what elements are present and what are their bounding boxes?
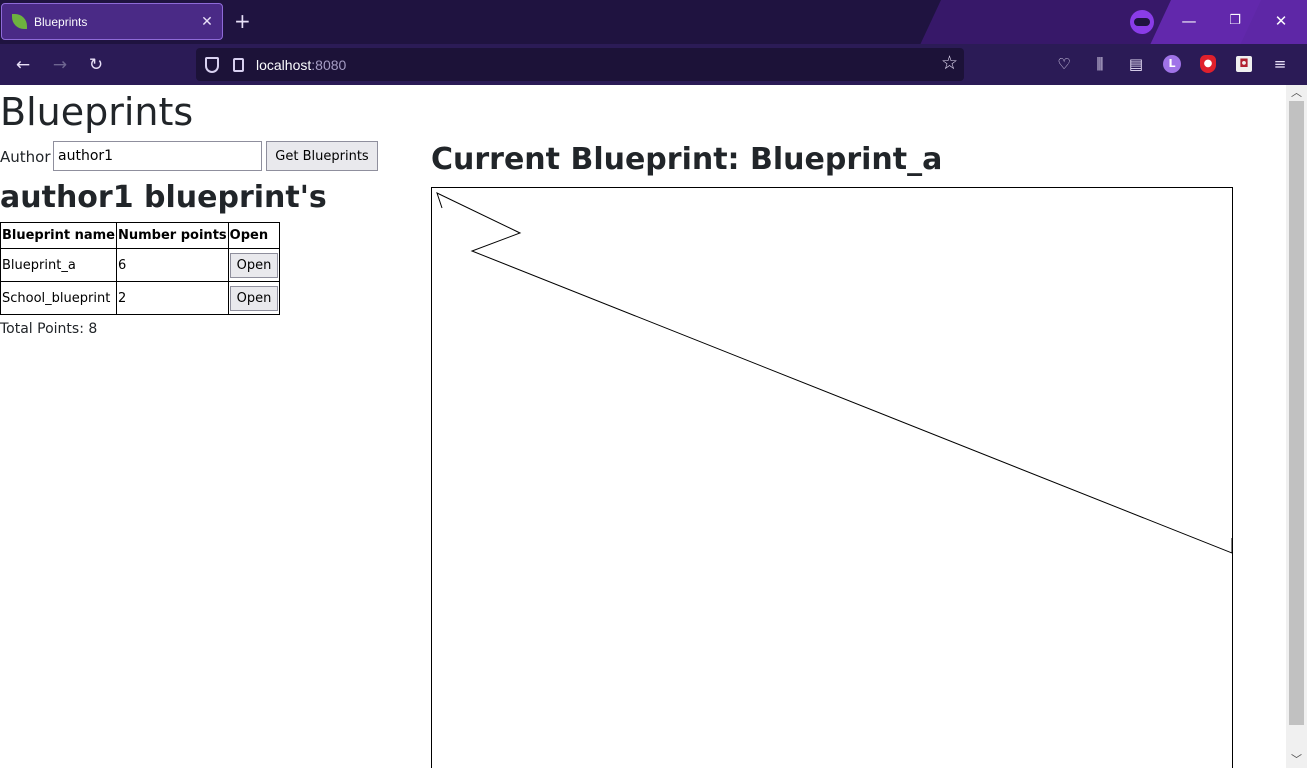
address-bar[interactable]: localhost:8080 ☆ <box>196 48 964 81</box>
number-points-cell: 2 <box>116 281 229 315</box>
blueprint-drawing <box>436 192 1233 554</box>
library-icon[interactable]: ⫼ <box>1090 54 1110 74</box>
pocket-icon[interactable]: ♡ <box>1054 54 1074 74</box>
spring-leaf-icon <box>12 14 27 29</box>
open-cell: Open <box>227 248 281 282</box>
blueprint-name-cell: School_blueprint <box>0 281 117 315</box>
open-blueprint-button[interactable]: Open <box>229 285 279 311</box>
back-icon[interactable]: ← <box>11 53 35 77</box>
window-close-icon[interactable]: ✕ <box>1270 10 1292 32</box>
total-points: Total Points: 8 <box>0 321 98 337</box>
extension-lock-icon[interactable]: ● <box>1200 55 1216 73</box>
column-header-points: Number points <box>116 222 229 249</box>
extension-icon[interactable]: ◘ <box>1236 56 1252 72</box>
page-scrollbar[interactable]: ︿ ﹀ <box>1286 85 1307 768</box>
url-text[interactable]: localhost:8080 <box>256 57 346 73</box>
table-row: School_blueprint 2 Open <box>0 281 281 315</box>
author-blueprints-heading: author1 blueprint's <box>0 180 327 215</box>
current-blueprint-title: Current Blueprint: Blueprint_a <box>431 142 943 177</box>
tab-title: Blueprints <box>34 14 88 29</box>
bookmark-star-icon[interactable]: ☆ <box>941 52 958 74</box>
page-title: Blueprints <box>0 90 194 134</box>
table-row: Blueprint_a 6 Open <box>0 248 281 282</box>
reload-icon[interactable]: ↻ <box>84 53 108 77</box>
scroll-down-icon[interactable]: ﹀ <box>1286 752 1307 768</box>
blueprint-canvas[interactable] <box>431 187 1233 768</box>
scroll-up-icon[interactable]: ︿ <box>1286 85 1307 101</box>
private-browsing-icon <box>1130 10 1154 34</box>
table-header-row: Blueprint name Number points Open <box>0 222 281 249</box>
navigation-bar: ← → ↻ localhost:8080 ☆ ♡ ⫼ ▤ L ● ◘ ≡ <box>0 44 1307 85</box>
tab-blueprints[interactable]: Blueprints ✕ <box>1 3 223 40</box>
author-label: Author <box>0 148 51 166</box>
menu-icon[interactable]: ≡ <box>1270 54 1290 74</box>
forward-icon[interactable]: → <box>48 53 72 77</box>
open-cell: Open <box>227 281 281 315</box>
page-icon[interactable] <box>233 57 244 72</box>
restore-icon[interactable]: ❐ <box>1224 10 1246 32</box>
column-header-open: Open <box>227 222 281 249</box>
blueprint-path <box>436 192 1233 554</box>
author-input[interactable] <box>53 141 262 171</box>
account-avatar-icon[interactable]: L <box>1163 55 1181 73</box>
number-points-cell: 6 <box>116 248 229 282</box>
scrollbar-thumb[interactable] <box>1289 101 1304 725</box>
minimize-icon[interactable]: — <box>1178 10 1200 32</box>
column-header-name: Blueprint name <box>0 222 117 249</box>
get-blueprints-button[interactable]: Get Blueprints <box>266 141 378 171</box>
blueprints-table: Blueprint name Number points Open Bluepr… <box>0 222 281 315</box>
sidebar-icon[interactable]: ▤ <box>1126 54 1146 74</box>
close-tab-icon[interactable]: ✕ <box>192 14 222 30</box>
new-tab-icon[interactable]: + <box>234 9 251 33</box>
tab-bar: Blueprints ✕ + — ❐ ✕ <box>0 0 1307 44</box>
open-blueprint-button[interactable]: Open <box>229 252 279 278</box>
blueprint-name-cell: Blueprint_a <box>0 248 117 282</box>
shield-icon[interactable] <box>205 56 219 73</box>
page-content: Blueprints Author Get Blueprints author1… <box>0 85 1286 768</box>
